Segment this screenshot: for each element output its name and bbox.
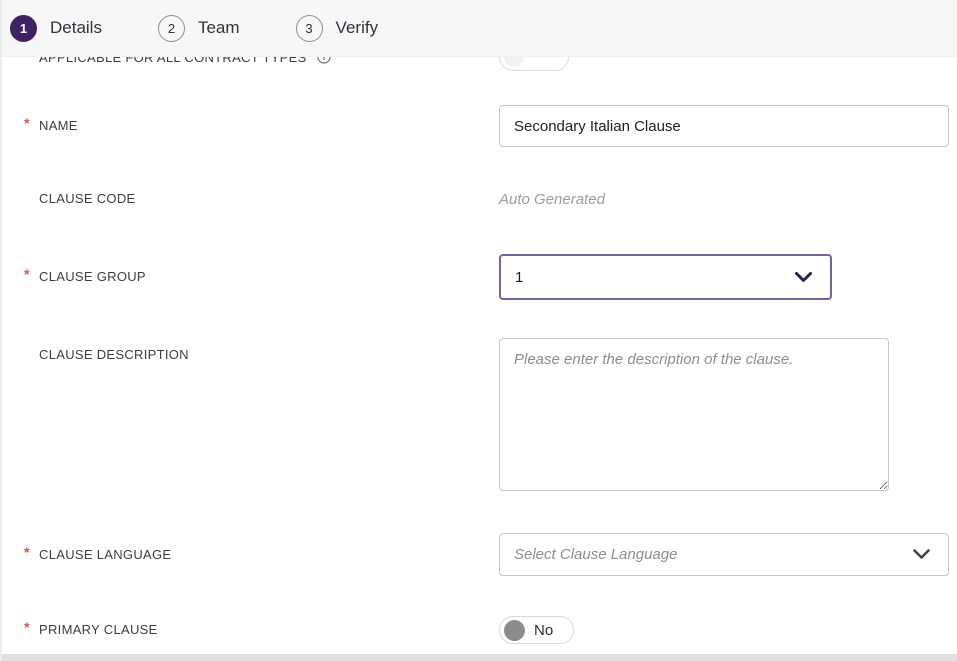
required-asterisk: *: [24, 266, 29, 282]
primary-clause-label: PRIMARY CLAUSE: [39, 622, 158, 637]
step-number-badge: 3: [296, 15, 323, 42]
clause-description-textarea[interactable]: [499, 338, 889, 491]
toggle-knob: [504, 620, 525, 641]
clause-group-label: CLAUSE GROUP: [39, 269, 146, 284]
step-label: Team: [198, 18, 240, 38]
chevron-down-icon: [913, 549, 930, 560]
clause-language-row: * CLAUSE LANGUAGE Select Clause Language: [2, 533, 957, 576]
step-number-badge: 1: [10, 15, 37, 42]
name-field-row: * NAME: [2, 105, 957, 147]
clause-code-row: CLAUSE CODE Auto Generated: [2, 189, 957, 209]
required-asterisk: *: [24, 544, 29, 560]
primary-clause-row: * PRIMARY CLAUSE No: [2, 616, 957, 644]
step-verify[interactable]: 3 Verify: [296, 15, 379, 42]
step-team[interactable]: 2 Team: [158, 15, 240, 42]
name-label: NAME: [39, 118, 78, 133]
clause-code-value: Auto Generated: [499, 191, 605, 208]
clause-description-label: CLAUSE DESCRIPTION: [39, 347, 189, 362]
clause-group-row: * CLAUSE GROUP 1: [2, 254, 957, 300]
toggle-value-label: No: [534, 622, 553, 639]
clause-language-placeholder: Select Clause Language: [514, 546, 677, 563]
clause-language-select[interactable]: Select Clause Language: [499, 533, 949, 576]
chevron-down-icon: [795, 272, 812, 283]
required-asterisk: *: [24, 115, 29, 131]
clause-code-label: CLAUSE CODE: [39, 191, 136, 206]
wizard-stepper: 1 Details 2 Team 3 Verify: [2, 0, 957, 57]
bottom-scrollbar-track[interactable]: [2, 654, 957, 661]
clause-language-label: CLAUSE LANGUAGE: [39, 547, 171, 562]
step-label: Verify: [336, 18, 379, 38]
name-input[interactable]: [499, 105, 949, 147]
step-label: Details: [50, 18, 102, 38]
step-details[interactable]: 1 Details: [10, 15, 102, 42]
required-asterisk: *: [24, 619, 29, 635]
clause-group-select[interactable]: 1: [499, 254, 832, 300]
clause-group-selected-value: 1: [515, 269, 523, 286]
step-number-badge: 2: [158, 15, 185, 42]
primary-clause-toggle[interactable]: No: [499, 616, 574, 644]
clause-description-row: CLAUSE DESCRIPTION: [2, 338, 957, 491]
clause-details-form: APPLICABLE FOR ALL CONTRACT TYPES * NAME…: [2, 37, 957, 661]
